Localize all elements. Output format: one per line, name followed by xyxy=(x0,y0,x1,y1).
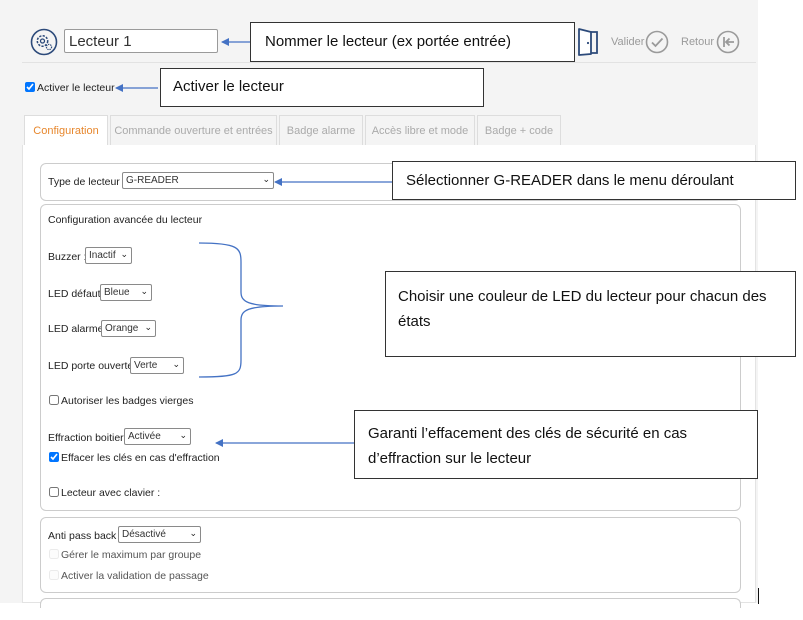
header-divider xyxy=(22,62,756,63)
tab-alarm-badge[interactable]: Badge alarme xyxy=(279,115,363,145)
chevron-down-icon: ⌄ xyxy=(120,249,128,259)
validate-label[interactable]: Valider xyxy=(611,36,644,48)
buzzer-label: Buzzer : xyxy=(48,251,87,263)
reader-name-input[interactable] xyxy=(64,29,218,53)
anti-passback-select[interactable]: Désactivé ⌄ xyxy=(118,526,201,543)
reader-settings-icon xyxy=(30,28,58,56)
tab-badge-code[interactable]: Badge + code xyxy=(477,115,561,145)
reader-type-label: Type de lecteur : xyxy=(48,176,126,188)
back-label[interactable]: Retour xyxy=(681,36,714,48)
chevron-down-icon: ⌄ xyxy=(140,286,148,296)
chevron-down-icon: ⌄ xyxy=(172,359,180,369)
buzzer-select[interactable]: Inactif ⌄ xyxy=(85,247,132,264)
next-section xyxy=(40,598,741,608)
blank-badges-checkbox[interactable] xyxy=(49,395,59,405)
tamper-label: Effraction boitier xyxy=(48,432,124,444)
callout-reader-type: Sélectionner G-READER dans le menu dérou… xyxy=(392,161,796,200)
door-icon xyxy=(578,28,598,56)
chevron-down-icon: ⌄ xyxy=(262,174,270,184)
tamper-select[interactable]: Activée ⌄ xyxy=(124,428,191,445)
back-icon[interactable] xyxy=(716,30,740,54)
erase-keys-label: Effacer les clés en cas d'effraction xyxy=(61,452,220,464)
led-default-select[interactable]: Bleue ⌄ xyxy=(100,284,152,301)
tab-opening-command[interactable]: Commande ouverture et entrées xyxy=(110,115,277,145)
led-default-label: LED défaut xyxy=(48,288,101,300)
tab-free-access[interactable]: Accès libre et mode xyxy=(365,115,475,145)
callout-name: Nommer le lecteur (ex portée entrée) xyxy=(250,22,575,62)
panel-edge xyxy=(758,588,759,604)
reader-type-value: G-READER xyxy=(126,175,179,186)
led-door-value: Verte xyxy=(134,360,158,371)
callout-led: Choisir une couleur de LED du lecteur po… xyxy=(385,271,796,357)
led-default-value: Bleue xyxy=(104,287,130,298)
led-alarm-label: LED alarme xyxy=(48,323,104,335)
led-door-label: LED porte ouverte xyxy=(48,360,134,372)
reader-type-select[interactable]: G-READER ⌄ xyxy=(122,172,274,189)
validate-check-icon[interactable] xyxy=(645,30,669,54)
tab-configuration[interactable]: Configuration xyxy=(24,115,108,145)
led-door-select[interactable]: Verte ⌄ xyxy=(130,357,184,374)
validation-checkbox[interactable] xyxy=(49,570,59,580)
anti-passback-value: Désactivé xyxy=(122,529,166,540)
chevron-down-icon: ⌄ xyxy=(179,430,187,440)
chevron-down-icon: ⌄ xyxy=(189,528,197,538)
advanced-config-title: Configuration avancée du lecteur xyxy=(48,214,203,226)
max-group-label: Gérer le maximum par groupe xyxy=(61,549,202,561)
buzzer-value: Inactif xyxy=(89,250,116,261)
callout-activate: Activer le lecteur xyxy=(160,68,484,107)
led-alarm-select[interactable]: Orange ⌄ xyxy=(101,320,156,337)
activate-reader-checkbox[interactable] xyxy=(25,82,35,92)
chevron-down-icon: ⌄ xyxy=(144,322,152,332)
keypad-label: Lecteur avec clavier : xyxy=(61,487,161,499)
activate-reader-label: Activer le lecteur xyxy=(37,82,115,94)
erase-keys-checkbox[interactable] xyxy=(49,452,59,462)
anti-passback-label: Anti pass back : xyxy=(48,530,123,542)
callout-tamper: Garanti l’effacement des clés de sécurit… xyxy=(354,410,758,479)
blank-badges-label: Autoriser les badges vierges xyxy=(61,395,194,407)
validation-label: Activer la validation de passage xyxy=(61,570,209,582)
keypad-checkbox[interactable] xyxy=(49,487,59,497)
tamper-value: Activée xyxy=(128,431,161,442)
max-group-checkbox[interactable] xyxy=(49,549,59,559)
led-alarm-value: Orange xyxy=(105,323,139,334)
